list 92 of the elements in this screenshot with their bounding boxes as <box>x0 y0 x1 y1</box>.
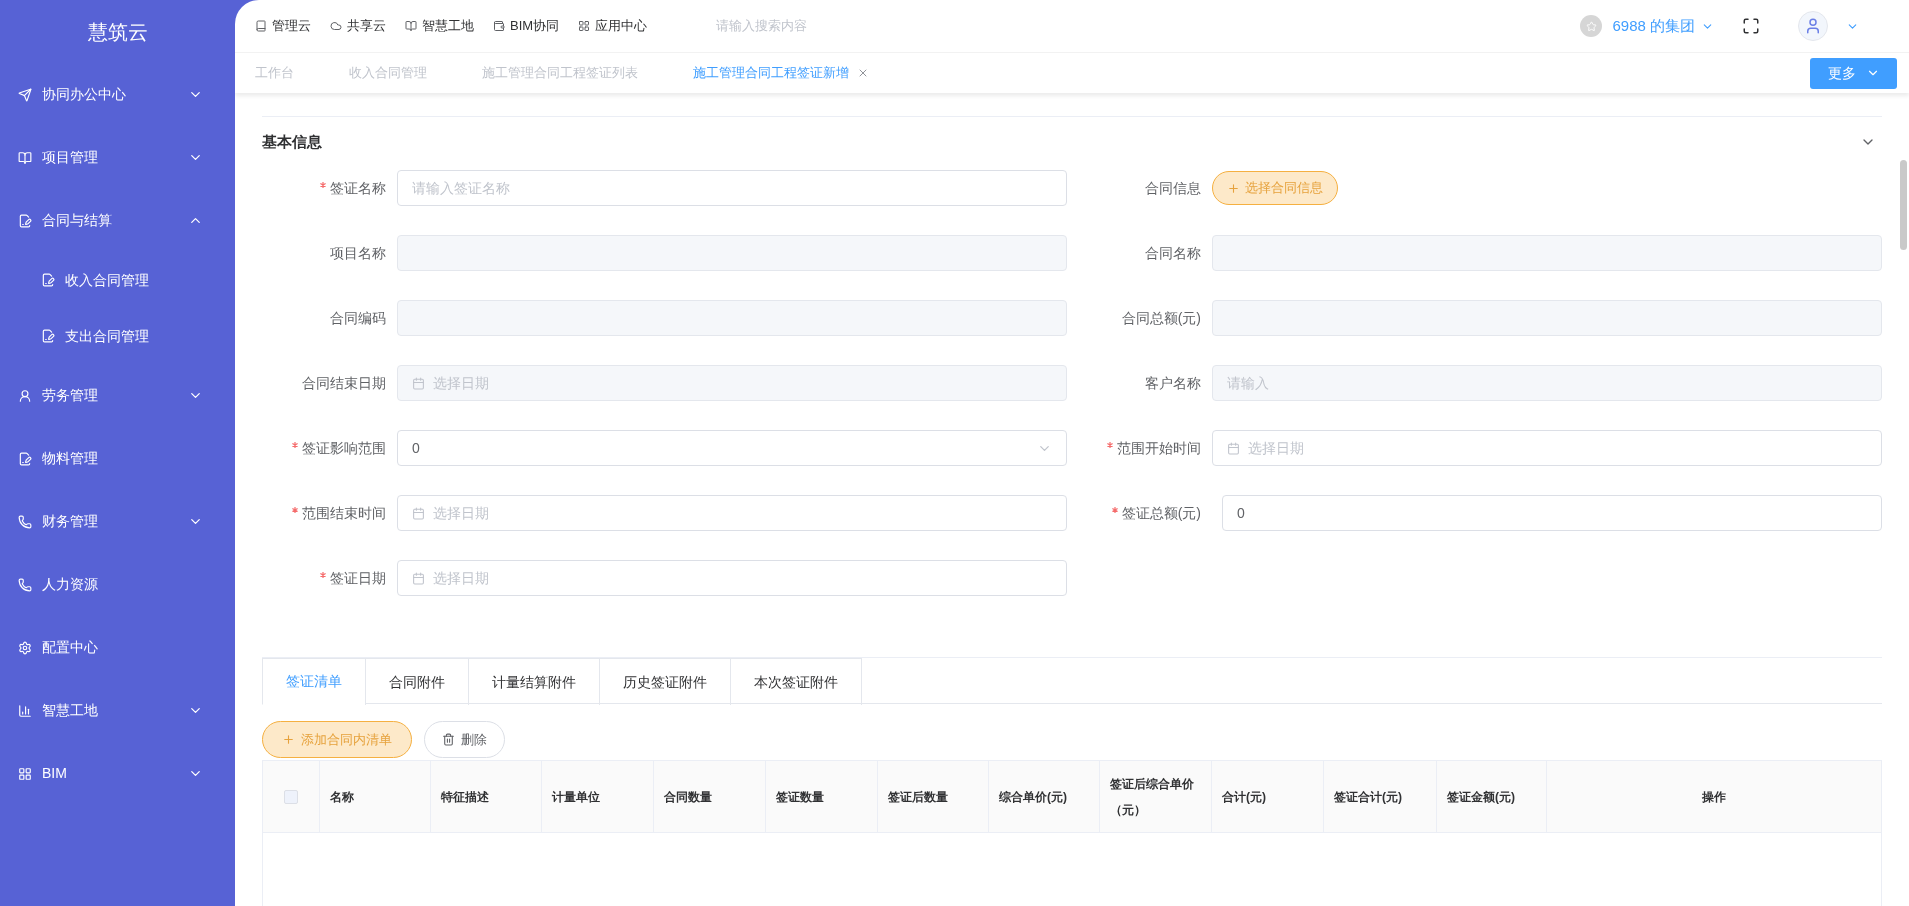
field-label: 合同总额(元) <box>1121 308 1201 328</box>
org-switcher[interactable]: 6988 的集团 <box>1612 14 1714 38</box>
sidebar-item[interactable]: 项目管理 <box>0 126 235 189</box>
wallet-icon <box>493 20 505 32</box>
field-label: 合同名称 <box>1145 243 1201 263</box>
column-header: 操作 <box>1702 788 1726 806</box>
phone-icon <box>18 514 32 529</box>
detail-tab[interactable]: 计量结算附件 <box>468 658 599 705</box>
avatar-icon[interactable] <box>1798 11 1828 41</box>
select-all-checkbox[interactable] <box>284 789 298 804</box>
sidebar-subitem[interactable]: 收入合同管理 <box>0 252 235 308</box>
detail-tab[interactable]: 历史签证附件 <box>599 658 730 705</box>
text-input[interactable]: 0 <box>1222 495 1882 531</box>
field-label: 客户名称 <box>1145 373 1201 393</box>
close-icon[interactable] <box>857 67 869 79</box>
detail-tab[interactable]: 签证清单 <box>262 658 365 705</box>
column-header: 签证金额(元) <box>1447 788 1515 806</box>
field-label: 合同结束日期 <box>302 373 386 393</box>
sidebar-item[interactable]: 协同办公中心 <box>0 63 235 126</box>
book-icon <box>255 20 267 32</box>
plus-icon <box>282 733 295 746</box>
field-label: 签证日期 <box>330 568 386 588</box>
nav-link[interactable]: BIM协同 <box>493 16 560 36</box>
sidebar-item[interactable]: 智慧工地 <box>0 679 235 742</box>
field-label: 签证影响范围 <box>302 438 386 458</box>
sidebar-item[interactable]: 物料管理 <box>0 427 235 490</box>
required-mark-icon <box>1111 507 1118 513</box>
page-tab[interactable]: 施工管理合同工程签证新增 <box>693 63 869 83</box>
select-field[interactable]: 0 <box>397 430 1067 466</box>
calendar-icon <box>1227 441 1240 455</box>
column-header: 签证合计(元) <box>1334 788 1402 806</box>
grid-icon <box>578 20 591 32</box>
sidebar-subitem[interactable]: 支出合同管理 <box>0 308 235 364</box>
nav-link[interactable]: 应用中心 <box>578 16 648 36</box>
more-button[interactable]: 更多 <box>1810 57 1897 89</box>
column-header: 计量单位 <box>552 788 600 806</box>
column-header: 特征描述 <box>441 788 489 806</box>
bar-chart-icon <box>18 703 32 718</box>
column-header: 签证后数量 <box>888 788 948 806</box>
edit-icon <box>18 213 32 228</box>
edit-icon <box>41 329 55 343</box>
sidebar-item[interactable]: 人力资源 <box>0 553 235 616</box>
book-icon <box>18 150 32 165</box>
field-label: 范围结束时间 <box>302 503 386 523</box>
edit-icon <box>41 273 55 287</box>
plus-icon <box>1227 181 1240 195</box>
sidebar-item[interactable]: 合同与结算 <box>0 189 235 252</box>
field-label: 签证总额(元) <box>1121 503 1201 523</box>
nav-link[interactable]: 管理云 <box>255 16 311 36</box>
delete-button[interactable]: 删除 <box>424 721 505 758</box>
org-logo-icon <box>1580 15 1603 37</box>
calendar-icon <box>412 571 425 585</box>
required-mark-icon <box>292 442 298 448</box>
field-label: 项目名称 <box>330 243 386 263</box>
search-field[interactable]: 请输入搜索内容 <box>716 16 917 36</box>
nav-link[interactable]: 智慧工地 <box>405 16 474 36</box>
column-header: 合计(元) <box>1222 788 1266 806</box>
grid-icon <box>18 766 32 781</box>
detail-tab[interactable]: 本次签证附件 <box>730 658 862 705</box>
field-label: 合同编码 <box>330 308 386 328</box>
settings-icon <box>18 640 32 655</box>
trash-icon <box>442 733 455 746</box>
section-title: 基本信息 <box>262 131 322 152</box>
calendar-icon <box>412 376 425 390</box>
field-label: 范围开始时间 <box>1117 438 1201 458</box>
detail-tab[interactable]: 合同附件 <box>365 658 468 705</box>
edit-icon <box>18 451 32 466</box>
column-header: 综合单价(元) <box>999 788 1067 806</box>
app-title: 慧筑云 <box>86 19 149 45</box>
sidebar-item[interactable]: 财务管理 <box>0 490 235 553</box>
fullscreen-icon[interactable] <box>1742 17 1760 35</box>
required-mark-icon <box>1107 442 1113 448</box>
field-label: 签证名称 <box>330 178 386 198</box>
book-icon <box>405 20 417 32</box>
cloud-icon <box>330 20 342 32</box>
user-icon <box>18 388 32 403</box>
nav-link[interactable]: 共享云 <box>330 16 386 36</box>
sidebar-item[interactable]: 配置中心 <box>0 616 235 679</box>
calendar-icon <box>412 506 425 520</box>
phone-icon <box>18 577 32 592</box>
column-header: 名称 <box>330 788 354 806</box>
text-input[interactable]: 请输入签证名称 <box>397 170 1067 206</box>
sidebar-item[interactable]: BIM <box>0 742 235 805</box>
field-label: 合同信息 <box>1145 178 1201 198</box>
column-header: 合同数量 <box>664 788 712 806</box>
sidebar-item[interactable]: 劳务管理 <box>0 364 235 427</box>
required-mark-icon <box>320 572 326 578</box>
send-icon <box>18 87 32 102</box>
column-header: 签证数量 <box>776 788 824 806</box>
required-mark-icon <box>320 182 326 188</box>
required-mark-icon <box>292 507 298 513</box>
column-header: 签证后综合单价（元） <box>1110 775 1195 819</box>
